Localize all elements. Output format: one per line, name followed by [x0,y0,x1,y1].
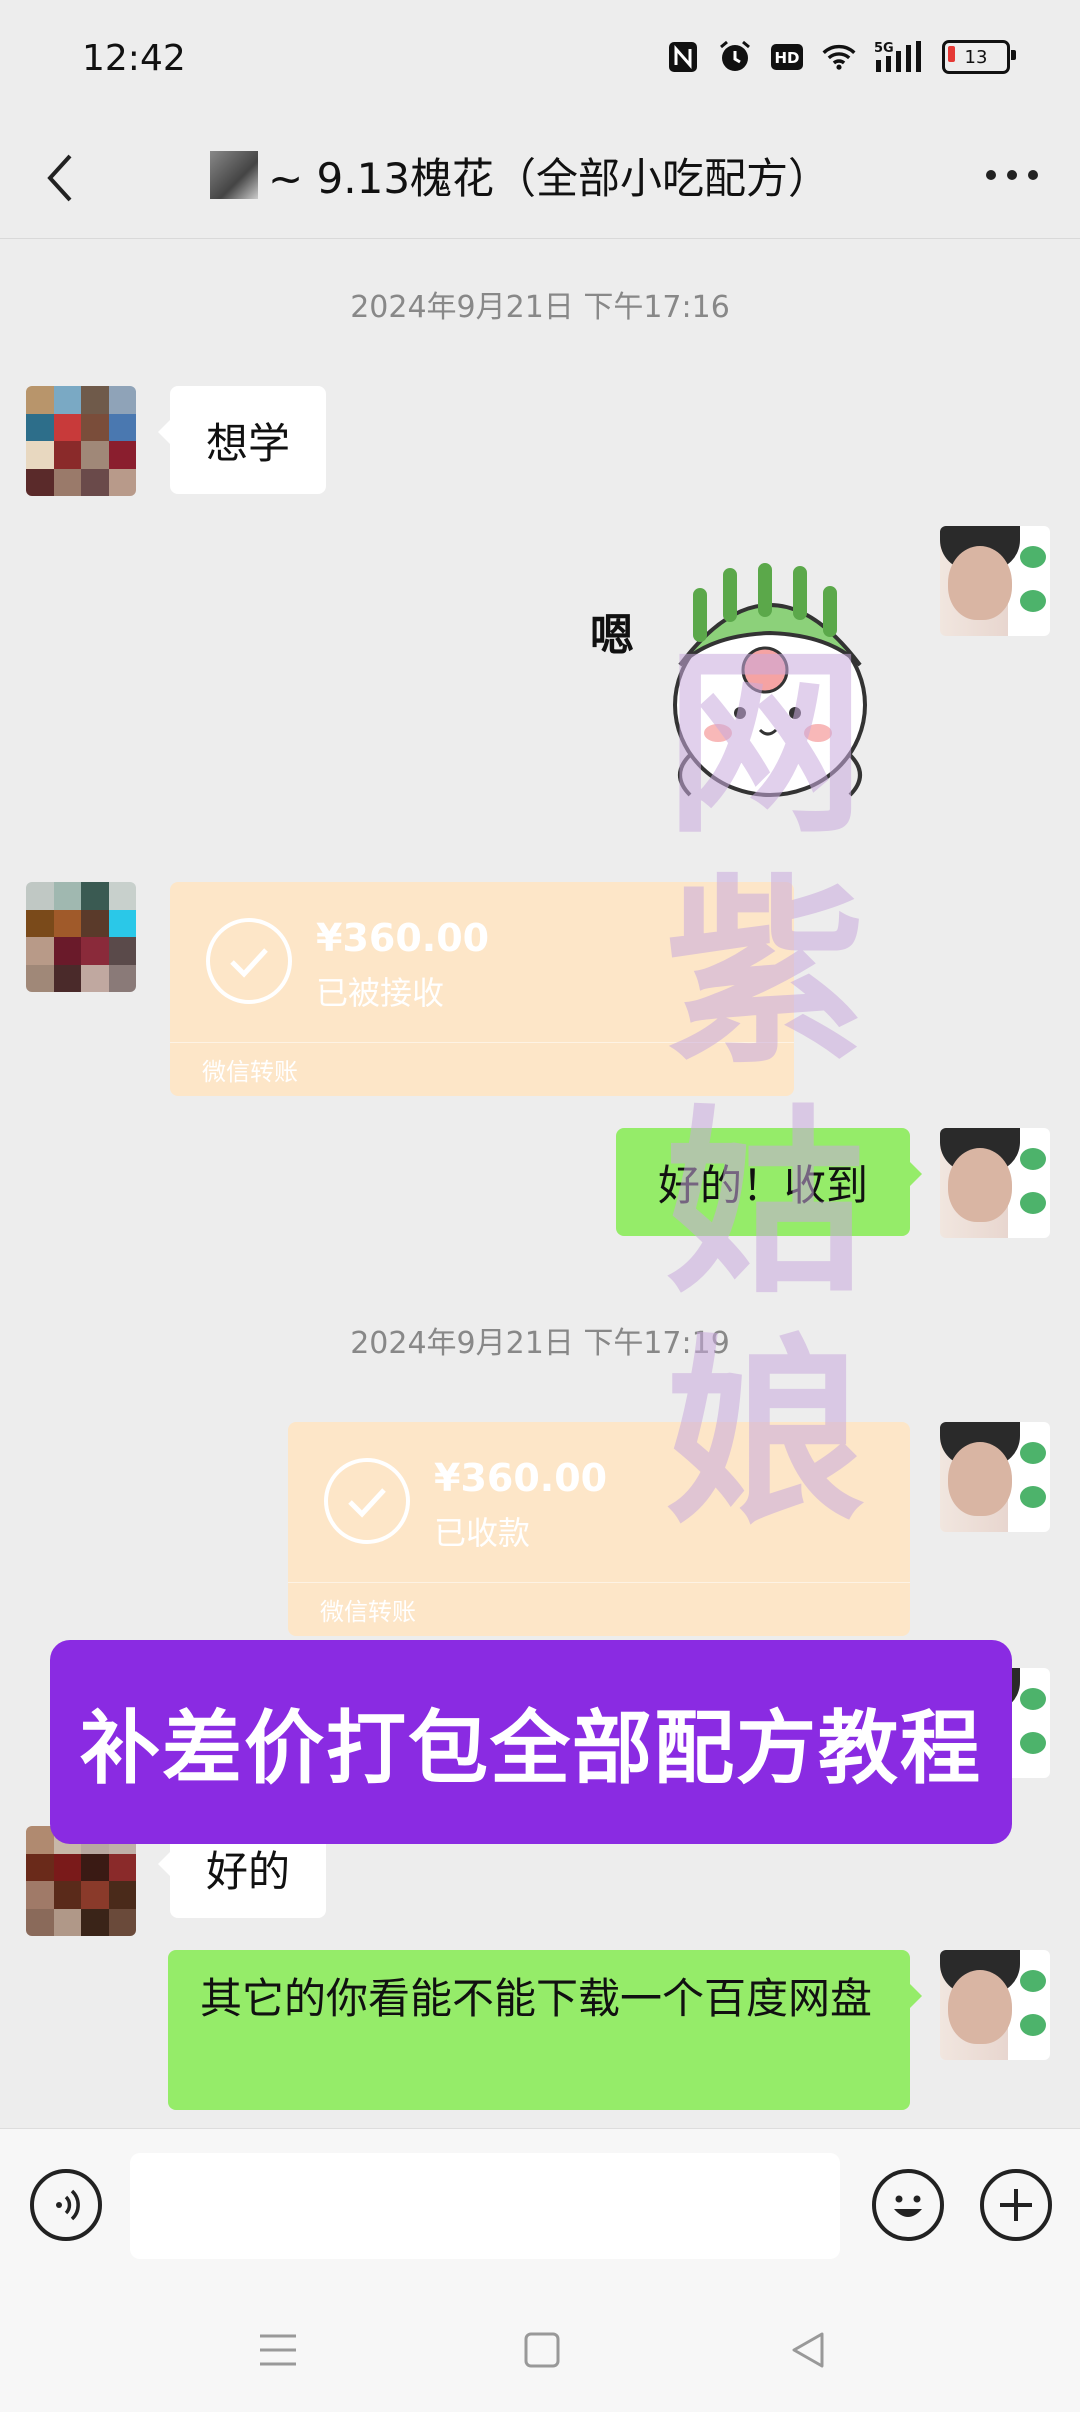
back-nav-button[interactable] [786,2328,830,2372]
chevron-left-icon [47,154,72,202]
watermark-char: 紫 [664,858,865,1091]
network-label: 5G [874,41,894,56]
status-icons: HD 5G 13 [666,40,1016,74]
back-triangle-icon [792,2332,824,2368]
menu-icon [260,2334,296,2366]
menu-nav-button[interactable] [256,2328,300,2372]
timestamp: 2024年9月21日 下午17:16 [350,290,730,325]
self-avatar[interactable] [940,526,1050,636]
watermark-char: 娘 [664,1318,865,1551]
svg-text:HD: HD [774,49,799,67]
emoji-button[interactable] [872,2169,944,2241]
home-nav-button[interactable] [520,2328,564,2372]
chat-header: ~ 9.13槐花（全部小吃配方） [0,120,1080,239]
transfer-label: 微信转账 [202,1058,298,1086]
message-bubble[interactable]: 其它的你看能不能下载一个百度网盘 [168,1950,922,2110]
alarm-icon [718,40,752,74]
chat-title[interactable]: ~ 9.13槐花（全部小吃配方） [210,142,860,208]
check-circle-icon [324,1458,410,1544]
back-button[interactable] [40,148,80,208]
chat-title-text: ~ 9.13槐花（全部小吃配方） [268,153,831,203]
hd-icon: HD [770,40,804,74]
transfer-amount: ¥360.00 [434,1456,608,1500]
home-square-icon [524,2332,560,2368]
watermark: 网 紫 姑 娘 [610,630,920,1550]
more-icon [986,170,996,180]
voice-icon [56,2189,80,2221]
message-text: 好的 [205,1846,290,1896]
group-avatar [210,151,258,199]
contact-avatar[interactable] [26,882,136,992]
message-bubble[interactable]: 想学 [158,386,326,494]
system-nav-bar [0,2288,1080,2412]
transfer-status: 已收款 [434,1514,531,1552]
watermark-char: 姑 [664,1088,865,1321]
self-avatar[interactable] [940,1422,1050,1532]
wifi-icon [822,40,856,74]
self-avatar[interactable] [940,1128,1050,1238]
battery-icon: 13 [942,40,1016,74]
message-input[interactable] [130,2153,840,2259]
nfc-icon [666,40,700,74]
more-button[interactable] [986,170,1038,184]
signal-icon: 5G [874,40,924,74]
status-bar: 12:42 HD 5G 13 [0,0,1080,120]
more-functions-button[interactable] [980,2169,1052,2241]
plus-icon [1000,2189,1032,2221]
transfer-status: 已被接收 [316,974,445,1012]
self-avatar[interactable] [940,1950,1050,2060]
input-bar [0,2128,1080,2289]
voice-button[interactable] [30,2169,102,2241]
smiley-icon [894,2195,922,2217]
transfer-amount: ¥360.00 [316,916,490,960]
transfer-label: 微信转账 [320,1598,416,1626]
watermark-char: 网 [664,628,865,861]
battery-level: 13 [964,46,988,68]
check-circle-icon [206,918,292,1004]
promo-banner-text: 补差价打包全部配方教程 [80,1702,982,1795]
status-time: 12:42 [82,38,186,79]
message-text: 想学 [205,418,290,468]
contact-avatar[interactable] [26,386,136,496]
promo-banner: 补差价打包全部配方教程 [50,1640,1012,1844]
message-text: 其它的你看能不能下载一个百度网盘 [200,1974,873,2023]
